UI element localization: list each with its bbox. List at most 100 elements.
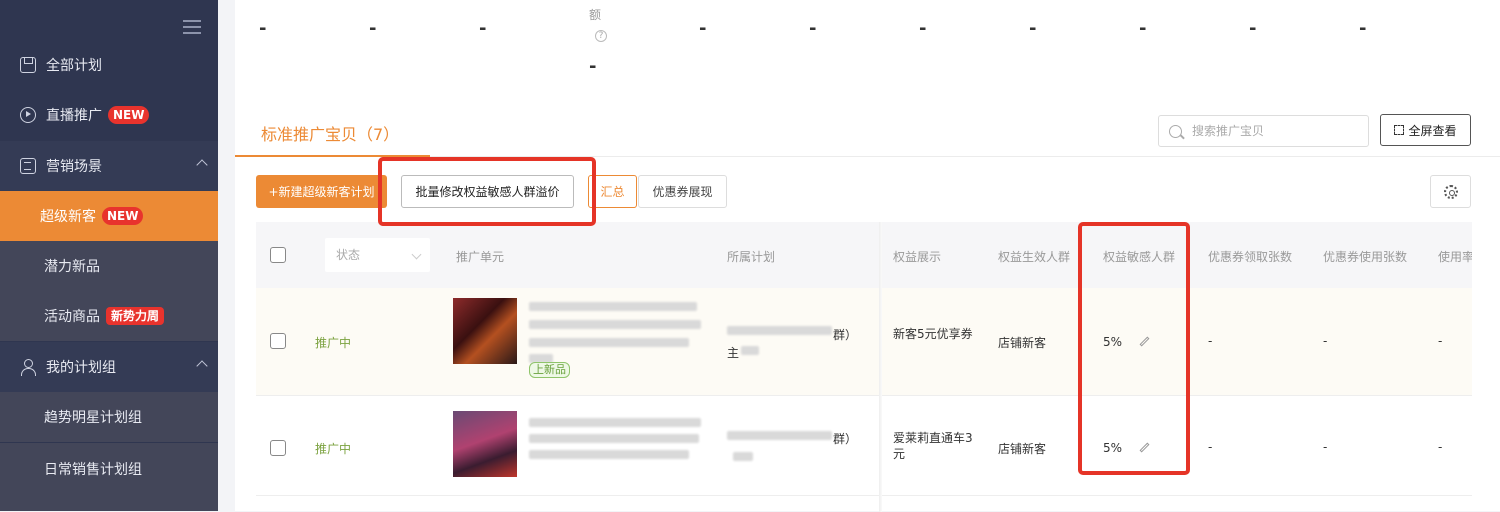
metric-value: - <box>1359 18 1367 39</box>
new-plan-button[interactable]: +新建超级新客计划 <box>256 175 387 208</box>
plan-name-blurred <box>727 431 832 440</box>
row-checkbox[interactable] <box>270 440 286 456</box>
sidebar-item-daily-sales-group[interactable]: 日常销售计划组 <box>0 443 218 511</box>
metric-value: - <box>1029 18 1037 39</box>
coupon-used: - <box>1323 440 1328 454</box>
chevron-up-icon <box>196 159 208 171</box>
batch-edit-premium-button[interactable]: 批量修改权益敏感人群溢价 <box>401 175 574 208</box>
column-header: 优惠券使用张数 <box>1323 250 1408 264</box>
usage-rate: - <box>1438 334 1443 348</box>
product-title-blurred <box>529 450 689 459</box>
effective-audience: 店铺新客 <box>998 336 1047 350</box>
coupon-used: - <box>1323 334 1328 348</box>
active-tab-underline <box>235 155 430 157</box>
product-title-blurred <box>529 302 697 311</box>
plan-name-suffix: 群） <box>833 328 858 342</box>
sidebar-item-potential-new[interactable]: 潜力新品 <box>0 241 218 291</box>
frozen-column-divider <box>879 222 882 512</box>
effective-audience: 店铺新客 <box>998 442 1047 456</box>
column-header: 权益敏感人群 <box>1103 250 1176 264</box>
sidebar-item-live-promo[interactable]: 直播推广 NEW <box>0 90 218 140</box>
fullscreen-button[interactable]: 全屏查看 <box>1380 114 1471 146</box>
status-text: 推广中 <box>315 336 352 350</box>
benefit-display: 爱莱莉直通车3元 <box>893 431 973 461</box>
help-icon[interactable]: ? <box>595 27 607 42</box>
sidebar-item-label: 营销场景 <box>46 159 102 175</box>
sidebar-item-all-plans[interactable]: 全部计划 <box>0 40 218 90</box>
metric-value: - <box>589 56 597 77</box>
new-badge: NEW <box>108 106 150 124</box>
table-header: 状态 推广单元 所属计划 权益展示 权益生效人群 权益敏感人群 优惠券领取张数 … <box>256 222 1472 288</box>
metric-label: 额 <box>589 8 602 22</box>
sidebar-item-label: 日常销售计划组 <box>44 462 142 478</box>
sensitive-premium-value: 5% <box>1103 441 1123 455</box>
collapse-menu-icon[interactable] <box>183 20 201 36</box>
settings-button[interactable] <box>1430 175 1471 208</box>
edit-icon[interactable] <box>1139 442 1150 453</box>
new-badge: NEW <box>102 207 144 225</box>
save-icon <box>20 57 36 73</box>
coupon-claimed: - <box>1208 334 1213 348</box>
table-row: 推广中 上新品 群） 主 新客5元优享券 店铺新客 5% - - - <box>256 288 1472 396</box>
product-title-blurred <box>529 338 689 347</box>
status-text: 推广中 <box>315 442 352 456</box>
plan-name-line: 主 <box>727 346 740 360</box>
plan-name-blurred <box>741 346 759 355</box>
sidebar-item-label: 全部计划 <box>46 58 102 74</box>
plan-name-blurred <box>727 326 832 335</box>
product-title-blurred <box>529 320 701 329</box>
metric-value: - <box>1139 18 1147 39</box>
metric-value: - <box>479 18 487 39</box>
sidebar-item-label: 潜力新品 <box>44 259 100 275</box>
product-thumbnail[interactable] <box>453 298 517 364</box>
sidebar-item-label: 直播推广 <box>46 108 102 124</box>
play-icon <box>20 107 36 123</box>
status-filter-select[interactable]: 状态 <box>325 238 430 272</box>
sidebar-item-my-plan-groups[interactable]: 我的计划组 <box>0 342 218 392</box>
metric-value: - <box>699 18 707 39</box>
search-input[interactable] <box>1192 124 1352 138</box>
coupon-display-button[interactable]: 优惠券展现 <box>638 175 727 208</box>
section-title[interactable]: 标准推广宝贝（7） <box>261 121 399 145</box>
column-header: 权益生效人群 <box>998 250 1071 264</box>
coupon-claimed: - <box>1208 440 1213 454</box>
select-all-checkbox[interactable] <box>270 247 286 263</box>
plan-name-suffix: 群） <box>833 432 858 446</box>
search-box[interactable] <box>1158 115 1369 147</box>
product-thumbnail[interactable] <box>453 411 517 477</box>
search-icon <box>1169 124 1182 138</box>
metric-value: - <box>369 18 377 39</box>
sensitive-premium-value: 5% <box>1103 335 1123 349</box>
sidebar-item-label: 趋势明星计划组 <box>44 410 142 426</box>
metric-value: - <box>919 18 927 39</box>
metric-value: - <box>809 18 817 39</box>
metric-value: - <box>259 18 267 39</box>
product-title-blurred <box>529 418 701 427</box>
sidebar-item-label: 我的计划组 <box>46 360 116 376</box>
event-badge: 新势力周 <box>106 307 165 325</box>
sidebar-item-label: 超级新客 <box>40 209 96 225</box>
sidebar-item-trend-star-group[interactable]: 趋势明星计划组 <box>0 392 218 442</box>
chevron-up-icon <box>196 360 208 372</box>
column-header: 推广单元 <box>456 250 505 264</box>
sidebar-item-marketing-scenes[interactable]: 营销场景 <box>0 141 218 191</box>
summary-button[interactable]: 汇总 <box>588 175 637 208</box>
sidebar-item-super-new-customer[interactable]: 超级新客 NEW <box>0 191 218 241</box>
column-header: 所属计划 <box>727 250 776 264</box>
user-icon <box>20 359 36 376</box>
plan-name-blurred <box>733 452 753 461</box>
row-checkbox[interactable] <box>270 333 286 349</box>
sidebar-item-activity-goods[interactable]: 活动商品 新势力周 <box>0 291 218 341</box>
edit-icon[interactable] <box>1139 336 1150 347</box>
metrics-row: - - - 额 ? - - - - - - - - <box>235 0 1500 90</box>
sidebar: 全部计划 直播推广 NEW 营销场景 超级新客 NEW 潜力新品 活动商品 新势… <box>0 0 218 511</box>
main-panel: - - - 额 ? - - - - - - - - 标准推广宝贝（7） 全屏查看… <box>235 0 1500 512</box>
new-product-tag: 上新品 <box>529 362 570 378</box>
usage-rate: - <box>1438 440 1443 454</box>
sidebar-item-label: 活动商品 <box>44 309 100 325</box>
column-header: 权益展示 <box>893 250 942 264</box>
column-header: 使用率 <box>1438 250 1472 264</box>
table-row: 推广中 群） 爱莱莉直通车3元 店铺新客 5% - - - <box>256 396 1472 496</box>
fullscreen-icon <box>1394 125 1405 135</box>
column-header: 优惠券领取张数 <box>1208 250 1293 264</box>
